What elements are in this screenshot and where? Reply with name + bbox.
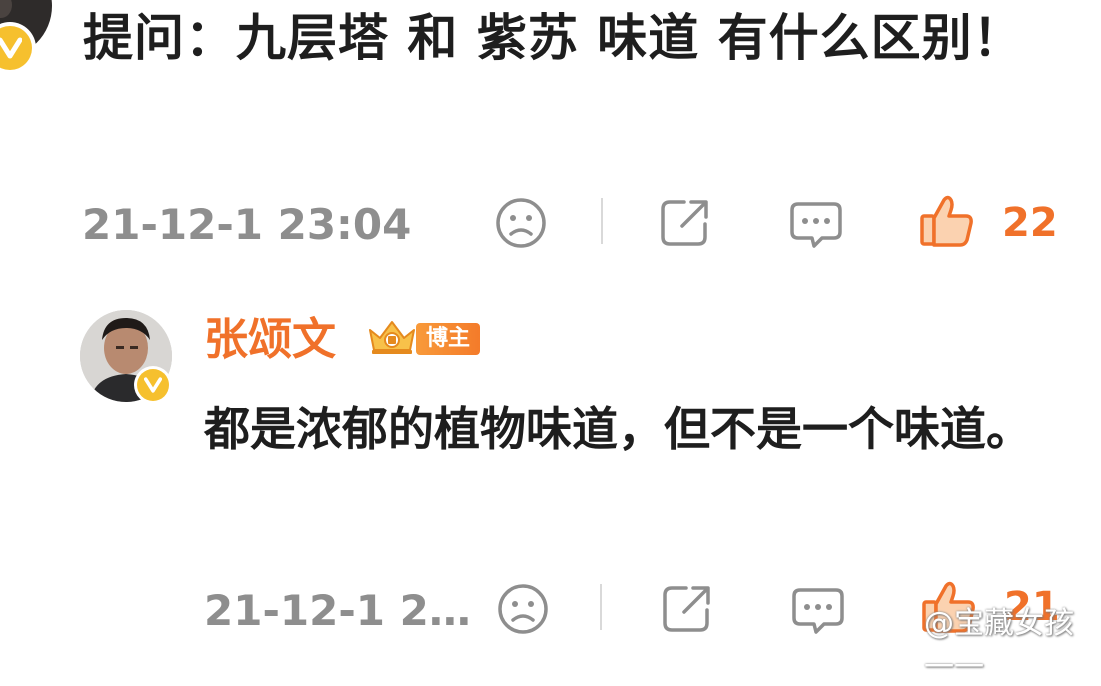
comment-icon[interactable]	[788, 196, 844, 252]
divider	[601, 198, 603, 244]
comment-text: 提问：九层塔 和 紫苏 味道 有什么区别！	[83, 9, 1024, 67]
share-icon[interactable]	[658, 196, 712, 250]
watermark-text: @宝藏女孩一一	[924, 606, 1074, 685]
thumbs-up-icon[interactable]	[918, 192, 976, 250]
reply-text: 都是浓郁的植物味道，但不是一个味道。	[204, 402, 1032, 456]
reply-time: 21-12-1 2…	[204, 586, 471, 635]
verified-badge	[134, 366, 172, 404]
weibo-logo-icon	[878, 622, 918, 662]
reply-username[interactable]: 张颂文	[204, 312, 336, 368]
verified-v-icon	[0, 26, 32, 70]
comment-icon[interactable]	[790, 582, 846, 638]
share-icon[interactable]	[660, 582, 714, 636]
verified-v-icon	[137, 369, 169, 401]
blogger-badge: 博主	[366, 318, 481, 360]
blogger-tag-label: 博主	[416, 323, 481, 355]
crown-icon	[366, 318, 418, 360]
like-count: 22	[1002, 200, 1058, 246]
watermark: @宝藏女孩一一	[878, 598, 1101, 686]
comment-time: 21-12-1 23:04	[82, 200, 412, 249]
sad-face-icon[interactable]	[496, 582, 550, 636]
divider	[600, 584, 602, 630]
sad-face-icon[interactable]	[494, 196, 548, 250]
